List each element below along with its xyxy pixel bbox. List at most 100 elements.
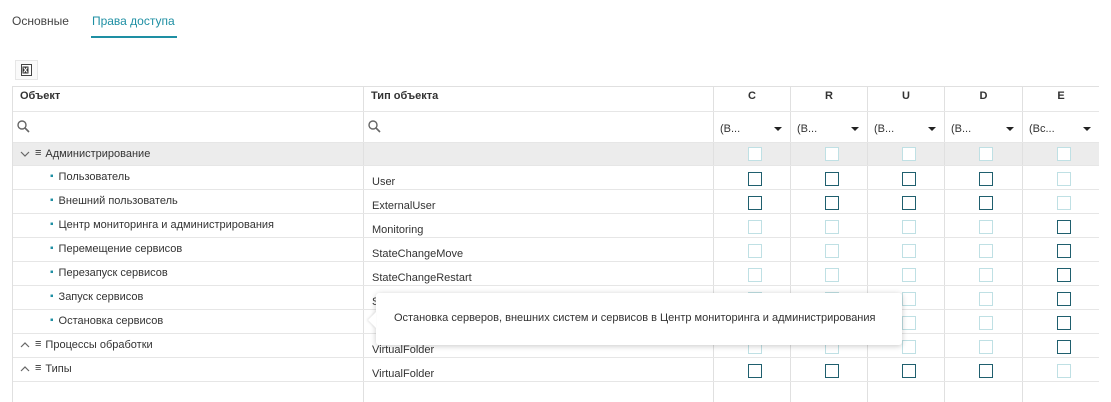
row-name: Центр мониторинга и администрирования — [58, 219, 275, 231]
checkbox-e[interactable] — [1057, 316, 1071, 330]
group-icon: ≡ — [35, 338, 42, 350]
row-name: Администрирование — [45, 148, 151, 160]
leaf-icon: ▪ — [50, 291, 54, 302]
filter-select-c[interactable]: (В... — [714, 112, 791, 142]
row-name: Процессы обработки — [45, 339, 153, 351]
row-type: StateChangeMove — [364, 238, 714, 261]
group-icon: ≡ — [35, 362, 42, 374]
tab-access-rights[interactable]: Права доступа — [90, 14, 177, 38]
object-filter-cell[interactable] — [13, 112, 364, 142]
chevron-up-icon[interactable] — [19, 364, 31, 374]
checkbox-u[interactable] — [902, 268, 916, 282]
search-icon — [368, 120, 381, 133]
checkbox-d[interactable] — [979, 268, 993, 282]
row-type: StateChangeRestart — [364, 262, 714, 285]
checkbox-d[interactable] — [979, 340, 993, 354]
checkbox-r[interactable] — [825, 244, 839, 258]
checkbox-u[interactable] — [902, 147, 916, 161]
checkbox-r[interactable] — [825, 364, 839, 378]
checkbox-r[interactable] — [825, 220, 839, 234]
leaf-icon: ▪ — [50, 219, 54, 230]
row-type: ExternalUser — [364, 190, 714, 213]
checkbox-e[interactable] — [1057, 268, 1071, 282]
table-row[interactable]: ▪ Перемещение сервисов StateChangeMove — [13, 238, 1099, 262]
leaf-icon: ▪ — [50, 267, 54, 278]
filter-select-u[interactable]: (В... — [868, 112, 945, 142]
empty-row — [13, 382, 1099, 402]
table-row[interactable]: ≡ Администрирование — [13, 143, 1099, 166]
checkbox-r[interactable] — [825, 196, 839, 210]
chevron-up-icon[interactable] — [19, 340, 31, 350]
checkbox-c[interactable] — [748, 196, 762, 210]
row-name: Типы — [45, 363, 72, 375]
column-header-object[interactable]: Объект — [13, 87, 364, 111]
checkbox-d[interactable] — [979, 147, 993, 161]
column-header-type[interactable]: Тип объекта — [364, 87, 714, 111]
table-row[interactable]: ▪ Пользователь User — [13, 166, 1099, 190]
checkbox-e[interactable] — [1057, 340, 1071, 354]
column-header-u[interactable]: U — [868, 87, 945, 111]
checkbox-r[interactable] — [825, 268, 839, 282]
tooltip: Остановка серверов, внешних систем и сер… — [368, 293, 902, 345]
table-row[interactable]: ▪ Внешний пользователь ExternalUser — [13, 190, 1099, 214]
checkbox-e[interactable] — [1057, 147, 1071, 161]
checkbox-e[interactable] — [1057, 292, 1071, 306]
chevron-down-icon — [1006, 127, 1014, 131]
checkbox-e[interactable] — [1057, 172, 1071, 186]
chevron-down-icon — [851, 127, 859, 131]
checkbox-u[interactable] — [902, 292, 916, 306]
filter-select-e[interactable]: (Вс... — [1023, 112, 1099, 142]
column-header-c[interactable]: C — [714, 87, 791, 111]
checkbox-u[interactable] — [902, 244, 916, 258]
filter-select-d[interactable]: (В... — [945, 112, 1023, 142]
row-name: Остановка сервисов — [58, 315, 164, 327]
leaf-icon: ▪ — [50, 171, 54, 182]
checkbox-d[interactable] — [979, 316, 993, 330]
row-name: Перемещение сервисов — [58, 243, 183, 255]
checkbox-e[interactable] — [1057, 244, 1071, 258]
checkbox-e[interactable] — [1057, 364, 1071, 378]
checkbox-e[interactable] — [1057, 196, 1071, 210]
checkbox-u[interactable] — [902, 316, 916, 330]
export-excel-button[interactable] — [15, 60, 38, 80]
checkbox-u[interactable] — [902, 364, 916, 378]
column-header-r[interactable]: R — [791, 87, 868, 111]
grid-header: Объект Тип объекта C R U D E — [13, 87, 1099, 112]
tab-main[interactable]: Основные — [12, 14, 69, 38]
filter-row: (В... (В... (В... (В... (Вс... — [13, 112, 1099, 143]
checkbox-c[interactable] — [748, 364, 762, 378]
checkbox-d[interactable] — [979, 196, 993, 210]
row-name: Запуск сервисов — [58, 291, 144, 303]
checkbox-c[interactable] — [748, 172, 762, 186]
checkbox-d[interactable] — [979, 172, 993, 186]
checkbox-d[interactable] — [979, 220, 993, 234]
checkbox-u[interactable] — [902, 340, 916, 354]
leaf-icon: ▪ — [50, 315, 54, 326]
row-type: VirtualFolder — [364, 358, 714, 381]
column-header-d[interactable]: D — [945, 87, 1023, 111]
chevron-down-icon[interactable] — [19, 149, 31, 159]
checkbox-c[interactable] — [748, 268, 762, 282]
group-icon: ≡ — [35, 147, 42, 159]
chevron-down-icon — [1083, 127, 1091, 131]
checkbox-u[interactable] — [902, 172, 916, 186]
column-header-e[interactable]: E — [1023, 87, 1099, 111]
table-row[interactable]: ≡ Типы VirtualFolder — [13, 358, 1099, 382]
checkbox-r[interactable] — [825, 147, 839, 161]
checkbox-c[interactable] — [748, 244, 762, 258]
checkbox-d[interactable] — [979, 244, 993, 258]
checkbox-c[interactable] — [748, 220, 762, 234]
table-row[interactable]: ▪ Центр мониторинга и администрирования … — [13, 214, 1099, 238]
checkbox-c[interactable] — [748, 147, 762, 161]
checkbox-e[interactable] — [1057, 220, 1071, 234]
checkbox-r[interactable] — [825, 172, 839, 186]
search-icon — [17, 120, 30, 133]
row-type: User — [364, 166, 714, 189]
checkbox-u[interactable] — [902, 220, 916, 234]
filter-select-r[interactable]: (В... — [791, 112, 868, 142]
checkbox-d[interactable] — [979, 292, 993, 306]
checkbox-d[interactable] — [979, 364, 993, 378]
table-row[interactable]: ▪ Перезапуск сервисов StateChangeRestart — [13, 262, 1099, 286]
type-filter-cell[interactable] — [364, 112, 714, 142]
checkbox-u[interactable] — [902, 196, 916, 210]
